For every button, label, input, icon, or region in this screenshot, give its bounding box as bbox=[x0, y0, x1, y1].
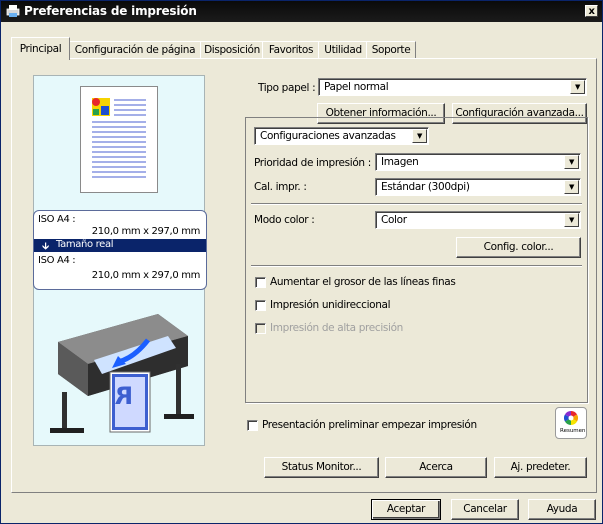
help-button[interactable]: Ayuda bbox=[528, 499, 596, 520]
status-monitor-button[interactable]: Status Monitor... bbox=[264, 457, 379, 478]
summary-button[interactable]: Resumen bbox=[555, 407, 587, 439]
dropdown-arrow-icon[interactable]: ▼ bbox=[564, 213, 579, 227]
input-paper-name: ISO A4 : bbox=[38, 214, 76, 225]
high-precision-printing-checkbox bbox=[255, 323, 266, 334]
preview-before-print-label[interactable]: Presentación preliminar empezar impresió… bbox=[262, 419, 477, 431]
color-mode-select[interactable]: Color ▼ bbox=[375, 211, 581, 229]
page-thumbnail-icon bbox=[80, 86, 158, 193]
arrow-down-icon: 🡳 bbox=[42, 241, 49, 252]
large-format-printer-icon bbox=[50, 314, 194, 433]
ok-button[interactable]: Aceptar bbox=[371, 499, 441, 520]
print-priority-select[interactable]: Imagen ▼ bbox=[375, 153, 581, 171]
tab-principal[interactable]: Principal bbox=[11, 37, 70, 60]
output-paper-size: 210,0 mm x 297,0 mm bbox=[91, 270, 201, 281]
tab-layout[interactable]: Disposición bbox=[200, 41, 264, 59]
unidirectional-printing-label[interactable]: Impresión unidireccional bbox=[270, 299, 391, 311]
printout-preview-letter: R bbox=[115, 382, 134, 410]
thicken-fine-lines-checkbox[interactable] bbox=[255, 277, 266, 288]
paper-size-info-box: ISO A4 : 210,0 mm x 297,0 mm 🡳 Tamaño re… bbox=[33, 210, 207, 290]
separator bbox=[251, 203, 582, 205]
close-button[interactable]: x bbox=[585, 5, 598, 17]
settings-mode-value: Configuraciones avanzadas bbox=[260, 130, 396, 142]
cancel-button[interactable]: Cancelar bbox=[451, 499, 519, 520]
print-priority-value: Imagen bbox=[381, 156, 419, 168]
dropdown-arrow-icon[interactable]: ▼ bbox=[564, 155, 579, 169]
about-button[interactable]: Acerca bbox=[385, 457, 487, 478]
window-title: Preferencias de impresión bbox=[24, 4, 197, 18]
separator bbox=[251, 265, 582, 267]
dropdown-arrow-icon[interactable]: ▼ bbox=[412, 129, 427, 143]
color-settings-button[interactable]: Config. color... bbox=[456, 237, 581, 258]
print-preferences-window: Preferencias de impresión x Principal Co… bbox=[0, 0, 603, 524]
color-wheel-icon bbox=[564, 411, 578, 425]
scaling-mode-row[interactable]: 🡳 Tamaño real bbox=[34, 239, 206, 252]
media-type-label: Tipo papel : bbox=[258, 82, 316, 94]
preview-before-print-checkbox[interactable] bbox=[247, 420, 258, 431]
settings-mode-select[interactable]: Configuraciones avanzadas ▼ bbox=[254, 127, 429, 145]
print-quality-label: Cal. impr. : bbox=[254, 181, 307, 193]
summary-label: Resumen bbox=[560, 428, 586, 434]
output-paper-name: ISO A4 : bbox=[38, 255, 76, 266]
tab-support[interactable]: Soporte bbox=[366, 41, 416, 59]
print-quality-select[interactable]: Estándar (300dpi) ▼ bbox=[375, 178, 581, 196]
printer-app-icon bbox=[6, 5, 20, 17]
unidirectional-printing-checkbox[interactable] bbox=[255, 300, 266, 311]
tab-page-setup[interactable]: Configuración de página bbox=[68, 41, 202, 59]
input-paper-size: 210,0 mm x 297,0 mm bbox=[91, 226, 201, 237]
dropdown-arrow-icon[interactable]: ▼ bbox=[570, 80, 585, 94]
media-type-value: Papel normal bbox=[324, 81, 389, 93]
print-quality-value: Estándar (300dpi) bbox=[381, 181, 470, 193]
color-mode-value: Color bbox=[381, 214, 407, 226]
tab-favorites[interactable]: Favoritos bbox=[262, 41, 320, 59]
print-priority-label: Prioridad de impresión : bbox=[254, 157, 371, 169]
dropdown-arrow-icon[interactable]: ▼ bbox=[564, 180, 579, 194]
defaults-button[interactable]: Aj. predeter. bbox=[494, 457, 587, 478]
media-type-select[interactable]: Papel normal ▼ bbox=[318, 78, 587, 96]
tab-utility[interactable]: Utilidad bbox=[318, 41, 368, 59]
high-precision-printing-label: Impresión de alta precisión bbox=[270, 322, 403, 334]
scaling-mode-label: Tamaño real bbox=[56, 239, 114, 250]
thicken-fine-lines-label[interactable]: Aumentar el grosor de las líneas finas bbox=[270, 276, 456, 288]
color-mode-label: Modo color : bbox=[254, 214, 315, 226]
title-bar[interactable]: Preferencias de impresión x bbox=[1, 1, 602, 22]
